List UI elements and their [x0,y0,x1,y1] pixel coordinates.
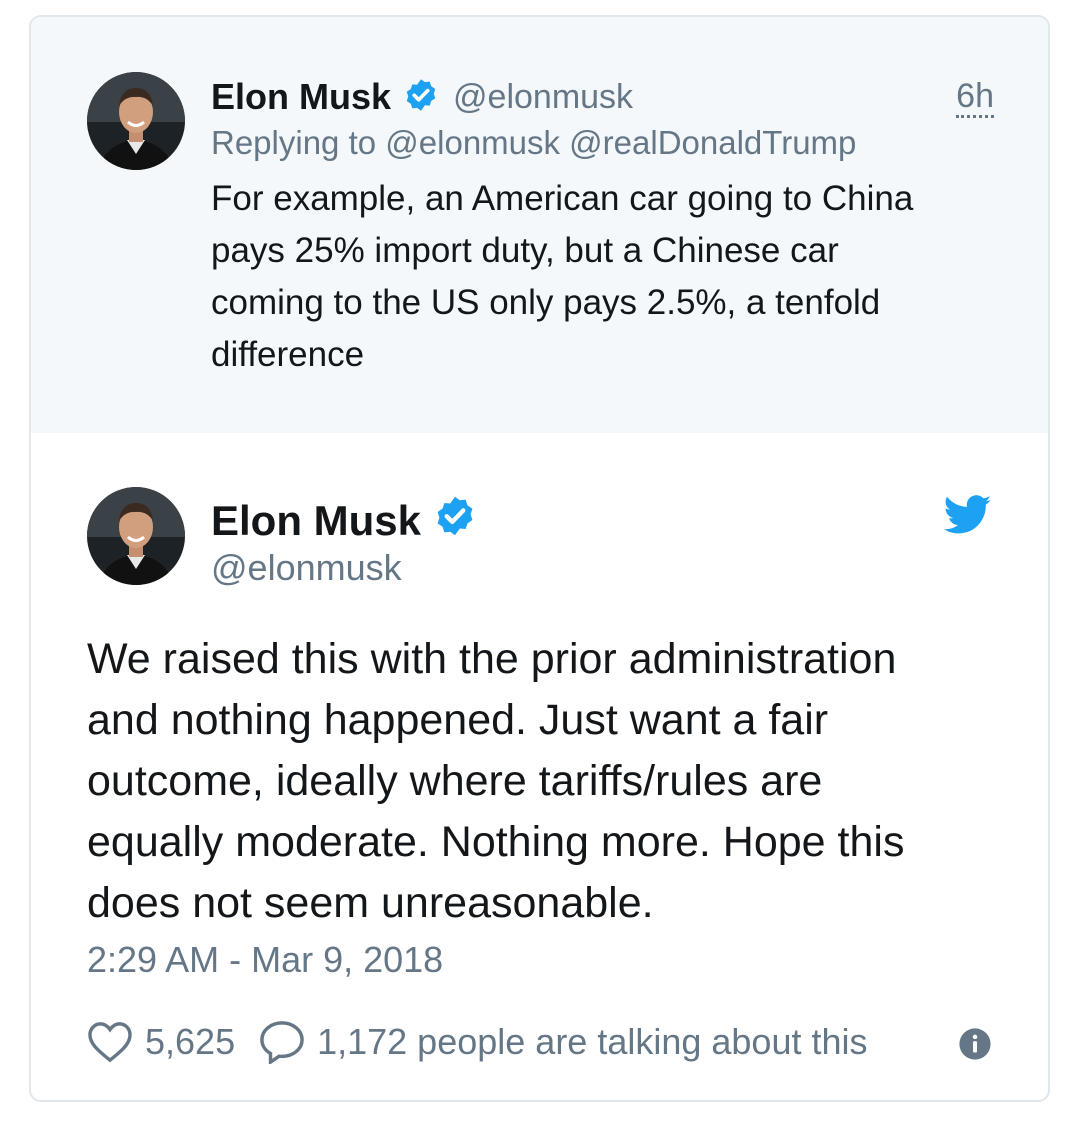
parent-tweet-text: For example, an American car going to Ch… [211,173,1011,381]
twitter-bird-icon[interactable] [943,495,992,540]
text-line: We raised this with the prior administra… [87,635,897,683]
tweet-age-text[interactable]: 6h [956,77,994,118]
heart-icon[interactable] [87,1021,133,1063]
text-line: coming to the US only pays 2.5%, a tenfo… [211,283,881,322]
avatar[interactable] [87,72,185,170]
author-name[interactable]: Elon Musk [211,497,421,545]
talking-count[interactable]: 1,172 people are talking about this [317,1021,867,1063]
like-count[interactable]: 5,625 [145,1021,235,1063]
replying-prefix: Replying to [211,124,377,161]
parent-tweet[interactable]: Elon Musk @elonmusk 6h Replying to @elon… [31,17,1048,433]
tweet-embed-card: Elon Musk @elonmusk 6h Replying to @elon… [29,15,1050,1102]
text-line: equally moderate. Nothing more. Hope thi… [87,818,905,866]
replying-to: Replying to @elonmusk @realDonaldTrump [211,124,856,162]
info-icon[interactable] [958,1027,992,1066]
reply-bubble-icon[interactable] [259,1020,305,1064]
avatar[interactable] [87,487,185,585]
verified-badge-icon [403,77,439,118]
main-tweet-text: We raised this with the prior administra… [87,629,987,934]
author-handle[interactable]: @elonmusk [211,547,402,589]
parent-tweet-header: Elon Musk @elonmusk [211,75,633,119]
text-line: pays 25% import duty, but a Chinese car [211,231,839,270]
text-line: difference [211,335,365,374]
author-name[interactable]: Elon Musk [211,76,391,118]
text-line: outcome, ideally where tariffs/rules are [87,757,823,805]
verified-badge-icon [433,494,477,548]
author-handle[interactable]: @elonmusk [453,78,633,117]
text-line: For example, an American car going to Ch… [211,179,914,218]
tweet-timestamp[interactable]: 2:29 AM - Mar 9, 2018 [87,939,443,981]
main-author-row: Elon Musk [211,494,477,548]
text-line: does not seem unreasonable. [87,879,654,927]
tweet-age[interactable]: 6h [956,77,994,118]
replying-to-handles[interactable]: @elonmusk @realDonaldTrump [385,124,856,161]
tweet-actions: 5,625 1,172 people are talking about thi… [87,1017,1007,1067]
text-line: and nothing happened. Just want a fair [87,696,829,744]
